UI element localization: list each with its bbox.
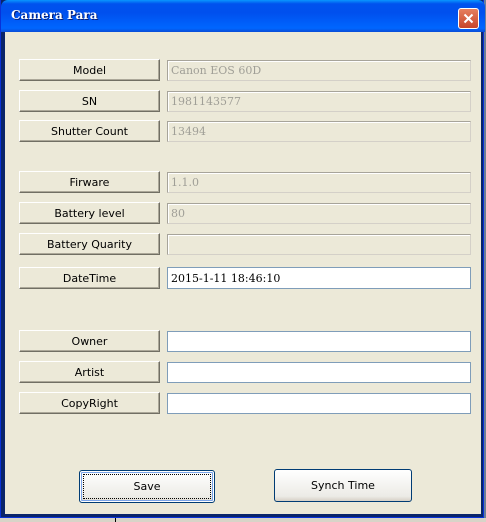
camera-para-window: Camera Para Model Canon EOS 60D SN 19811… (0, 0, 485, 518)
background-taskbar-strip (0, 518, 486, 522)
close-button[interactable] (458, 8, 479, 29)
artist-input[interactable] (167, 362, 471, 383)
save-button[interactable]: Save (79, 470, 215, 503)
firmware-label-button[interactable]: Firware (19, 171, 160, 193)
datetime-input[interactable]: 2015-1-11 18:46:10 (167, 267, 471, 289)
owner-label-button[interactable]: Owner (19, 330, 160, 352)
shutter-count-label-button[interactable]: Shutter Count (19, 120, 160, 142)
close-icon (463, 13, 474, 24)
model-label-button[interactable]: Model (19, 59, 160, 81)
firmware-field: 1.1.0 (167, 172, 471, 193)
window-title: Camera Para (11, 8, 98, 22)
battery-quality-label-button[interactable]: Battery Quarity (19, 233, 160, 255)
dialog-client-area: Model Canon EOS 60D SN 1981143577 Shutte… (5, 32, 481, 514)
strip-divider (115, 518, 116, 522)
copyright-input[interactable] (167, 393, 471, 414)
synch-time-button-label: Synch Time (311, 479, 375, 492)
battery-quality-field (167, 234, 471, 255)
datetime-label-button[interactable]: DateTime (19, 267, 160, 289)
battery-level-label-button[interactable]: Battery level (19, 202, 160, 224)
artist-label-button[interactable]: Artist (19, 361, 160, 383)
synch-time-button[interactable]: Synch Time (274, 469, 412, 502)
sn-label-button[interactable]: SN (19, 90, 160, 112)
title-bar[interactable]: Camera Para (1, 0, 485, 32)
model-field: Canon EOS 60D (167, 60, 471, 81)
copyright-label-button[interactable]: CopyRight (19, 392, 160, 414)
save-button-label: Save (133, 480, 161, 493)
battery-level-field: 80 (167, 203, 471, 224)
owner-input[interactable] (167, 331, 471, 352)
shutter-count-field: 13494 (167, 121, 471, 142)
sn-field: 1981143577 (167, 91, 471, 112)
